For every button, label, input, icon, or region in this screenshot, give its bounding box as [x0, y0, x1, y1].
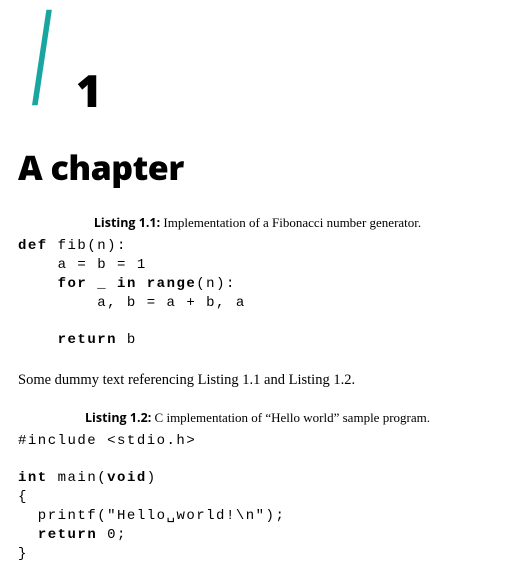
- listing-1-caption: Listing 1.1: Implementation of a Fibonac…: [18, 214, 497, 231]
- listing-1-label: Listing 1.1:: [94, 214, 160, 231]
- listing-1-caption-text: Implementation of a Fibonacci number gen…: [163, 215, 421, 230]
- listing-2-caption-text: C implementation of “Hello world” sample…: [155, 410, 430, 425]
- body-paragraph: Some dummy text referencing Listing 1.1 …: [18, 370, 497, 390]
- chapter-title: A chapter: [18, 144, 497, 190]
- chapter-number: 1: [76, 60, 101, 120]
- chapter-slash-accent: /: [32, 0, 52, 124]
- listing-2-code: #include <stdio.h> int main(void) { prin…: [18, 432, 497, 564]
- listing-2-label: Listing 1.2:: [85, 409, 151, 426]
- chapter-header: / 1: [18, 0, 497, 140]
- listing-1-code: def fib(n): a = b = 1 for _ in range(n):…: [18, 237, 497, 350]
- listing-2-caption: Listing 1.2: C implementation of “Hello …: [18, 409, 497, 426]
